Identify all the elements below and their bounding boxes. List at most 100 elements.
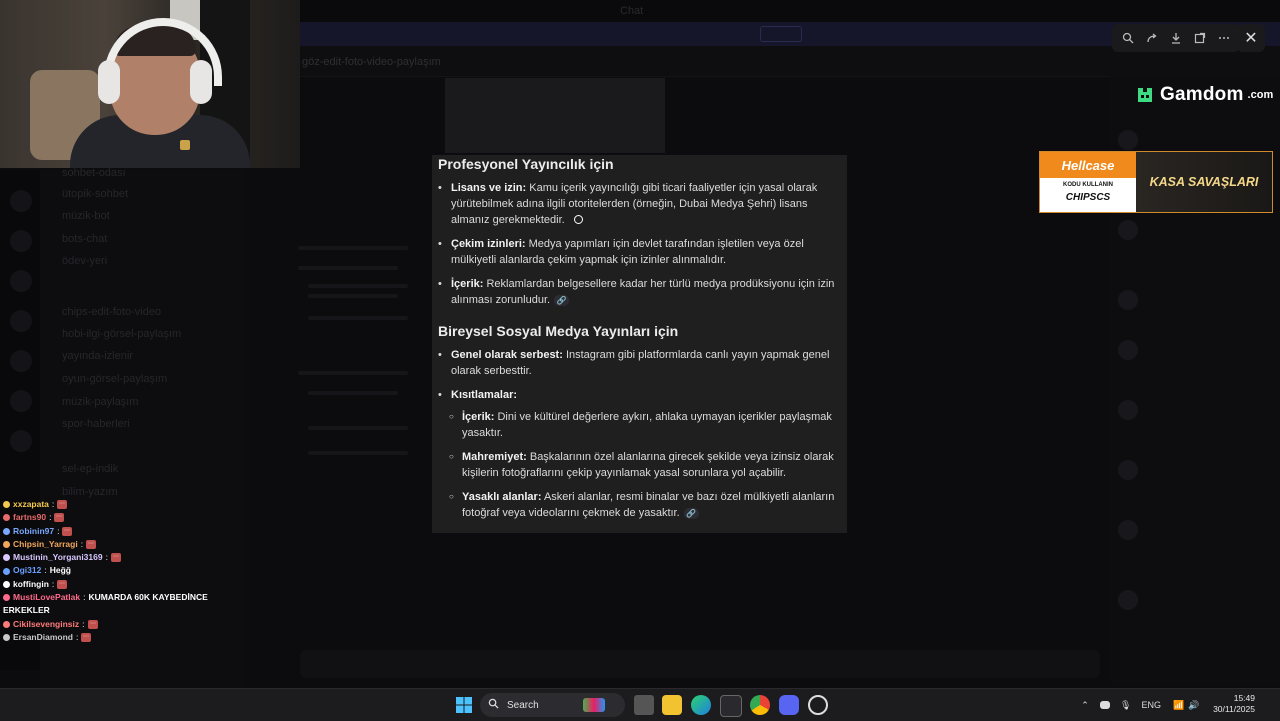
- background-video-thumbnail: [445, 78, 665, 153]
- gamdom-sponsor-logo: Gamdom .com: [1134, 84, 1273, 106]
- system-tray: ⌃ 🎙 ENG 📶 🔊: [1078, 689, 1199, 721]
- taskbar-search[interactable]: Search: [480, 693, 625, 717]
- background-server-icon: [10, 310, 32, 332]
- background-member-avatar: [1118, 590, 1138, 610]
- chat-message: Chipsin_Yarragi:: [0, 538, 230, 551]
- hellcase-tagline: KASA SAVAŞLARI: [1136, 152, 1272, 212]
- zoom-icon[interactable]: [1118, 28, 1138, 48]
- cam-shirt-logo: [180, 140, 190, 150]
- background-channel-item: sohbet-odası: [62, 167, 126, 179]
- item-bold-label: İçerik:: [451, 278, 484, 290]
- share-icon[interactable]: [1142, 28, 1162, 48]
- item-text: Dini ve kültürel değerlere aykırı, ahlak…: [462, 411, 832, 439]
- obs-icon[interactable]: [808, 695, 828, 715]
- chat-username: MustiLovePatlak: [13, 592, 81, 603]
- background-titlebar: [300, 0, 1280, 22]
- chat-message: Cikilsevenginsiz:: [0, 618, 230, 631]
- chat-emote-icon: [110, 553, 121, 563]
- chat-badge-icon: [3, 620, 10, 628]
- background-server-icon: [10, 190, 32, 212]
- clock-time: 15:49: [1233, 693, 1255, 703]
- edge-browser-icon[interactable]: [691, 695, 711, 715]
- chevron-up-icon[interactable]: ⌃: [1078, 700, 1092, 711]
- chat-badge-icon: [3, 514, 10, 522]
- list-item: Çekim izinleri: Medya yapımları için dev…: [438, 236, 847, 268]
- chat-badge-icon: [3, 527, 10, 535]
- chat-emote-icon: [87, 619, 98, 629]
- chat-text: KUMARDA 60K KAYBEDİNCE: [88, 592, 208, 603]
- item-bold-label: Yasaklı alanlar:: [462, 491, 542, 503]
- item-bold-label: Mahremiyet:: [462, 451, 527, 463]
- background-member-avatar: [1118, 460, 1138, 480]
- chat-emote-icon: [54, 513, 65, 523]
- list-item: Lisans ve izin: Kamu içerik yayıncılığı …: [438, 180, 847, 228]
- sub-list-item: Yasaklı alanlar: Askeri alanlar, resmi b…: [449, 489, 844, 521]
- gamdom-name: Gamdom: [1160, 84, 1244, 105]
- background-message-preview: [298, 236, 418, 496]
- open-external-icon[interactable]: [1190, 28, 1210, 48]
- background-channel-item: ütopik-sohbet: [62, 188, 129, 200]
- list-item: Genel olarak serbest: Instagram gibi pla…: [438, 347, 847, 379]
- chrome-icon[interactable]: [750, 695, 770, 715]
- download-icon[interactable]: [1166, 28, 1186, 48]
- chat-message: xxzapata:: [0, 498, 230, 511]
- item-bold-label: Kısıtlamalar:: [451, 389, 518, 401]
- list-item: Kısıtlamalar:: [438, 387, 847, 403]
- headphone-right: [190, 60, 212, 104]
- chat-emote-icon: [86, 540, 97, 550]
- background-server-icon: [10, 230, 32, 252]
- item-text: Reklamlardan belgesellere kadar her türl…: [451, 278, 835, 306]
- discord-tray-icon[interactable]: [1100, 701, 1110, 709]
- chat-emote-icon: [57, 579, 68, 589]
- hellcase-logo: Hellcase: [1040, 152, 1136, 178]
- chat-username: koffingin: [13, 578, 49, 589]
- close-viewer-button[interactable]: ✕: [1237, 24, 1265, 52]
- chat-username: Cikilsevenginsiz: [13, 618, 80, 629]
- link-icon[interactable]: 🔗: [683, 507, 699, 519]
- link-icon[interactable]: 🔗: [554, 294, 570, 306]
- background-channel-item: spor-haberleri: [62, 418, 130, 430]
- volume-icon[interactable]: 🔊: [1188, 700, 1199, 711]
- background-channel-item: yayında-izlenir: [62, 350, 133, 362]
- chat-username: Mustinin_Yorgani3169: [13, 552, 103, 563]
- chat-username: Robinin97: [13, 525, 55, 536]
- chat-message: koffingin:: [0, 578, 230, 591]
- microsoft-store-icon[interactable]: [720, 695, 742, 717]
- chat-message: ERKEKLER: [0, 604, 230, 617]
- background-channel-item: sel-ep-indik: [62, 463, 119, 475]
- chat-message: Mustinin_Yorgani3169:: [0, 551, 230, 564]
- chat-emote-icon: [57, 500, 68, 510]
- section-title-professional: Profesyonel Yayıncılık için: [438, 156, 614, 172]
- wifi-icon[interactable]: 📶: [1173, 700, 1184, 711]
- chat-message: Robinin97:: [0, 525, 230, 538]
- background-member-avatar: [1118, 400, 1138, 420]
- task-view-icon[interactable]: [634, 695, 654, 715]
- chat-username: xxzapata: [13, 499, 49, 509]
- chat-message: Ogi312: Heğğ: [0, 564, 230, 577]
- item-bold-label: İçerik:: [462, 411, 495, 423]
- section-title-individual: Bireysel Sosyal Medya Yayınları için: [438, 323, 679, 339]
- chat-emote-icon: [62, 526, 73, 536]
- taskbar-clock[interactable]: 15:49 30/11/2025: [1205, 693, 1255, 715]
- language-indicator[interactable]: ENG: [1141, 700, 1161, 710]
- background-channel-item: chips-edit-foto-video: [62, 306, 162, 318]
- discord-icon[interactable]: [779, 695, 799, 715]
- more-icon[interactable]: [1214, 28, 1234, 48]
- background-member-avatar: [1118, 520, 1138, 540]
- item-bold-label: Genel olarak serbest:: [451, 349, 563, 361]
- chat-username: ErsanDiamond: [13, 631, 73, 642]
- chat-badge-icon: [3, 501, 10, 509]
- windows-start-icon[interactable]: [454, 695, 474, 715]
- background-message-input: [300, 650, 1100, 678]
- background-server-icon: [10, 270, 32, 292]
- chat-text: Heğğ: [49, 565, 71, 576]
- background-channel-item: müzik-bot: [62, 210, 110, 222]
- hellcase-code-label: KODU KULLANIN: [1063, 182, 1113, 188]
- hellcase-sponsor-banner: Hellcase KODU KULLANIN CHIPSCS KASA SAVA…: [1039, 151, 1273, 213]
- chat-username: Ogi312: [13, 565, 42, 576]
- background-channel-name: göz-edit-foto-video-paylaşım: [302, 56, 441, 68]
- background-window-title: Chat: [620, 5, 644, 17]
- file-explorer-icon[interactable]: [662, 695, 682, 715]
- item-bold-label: Lisans ve izin:: [451, 182, 527, 194]
- microphone-icon[interactable]: 🎙: [1120, 700, 1131, 711]
